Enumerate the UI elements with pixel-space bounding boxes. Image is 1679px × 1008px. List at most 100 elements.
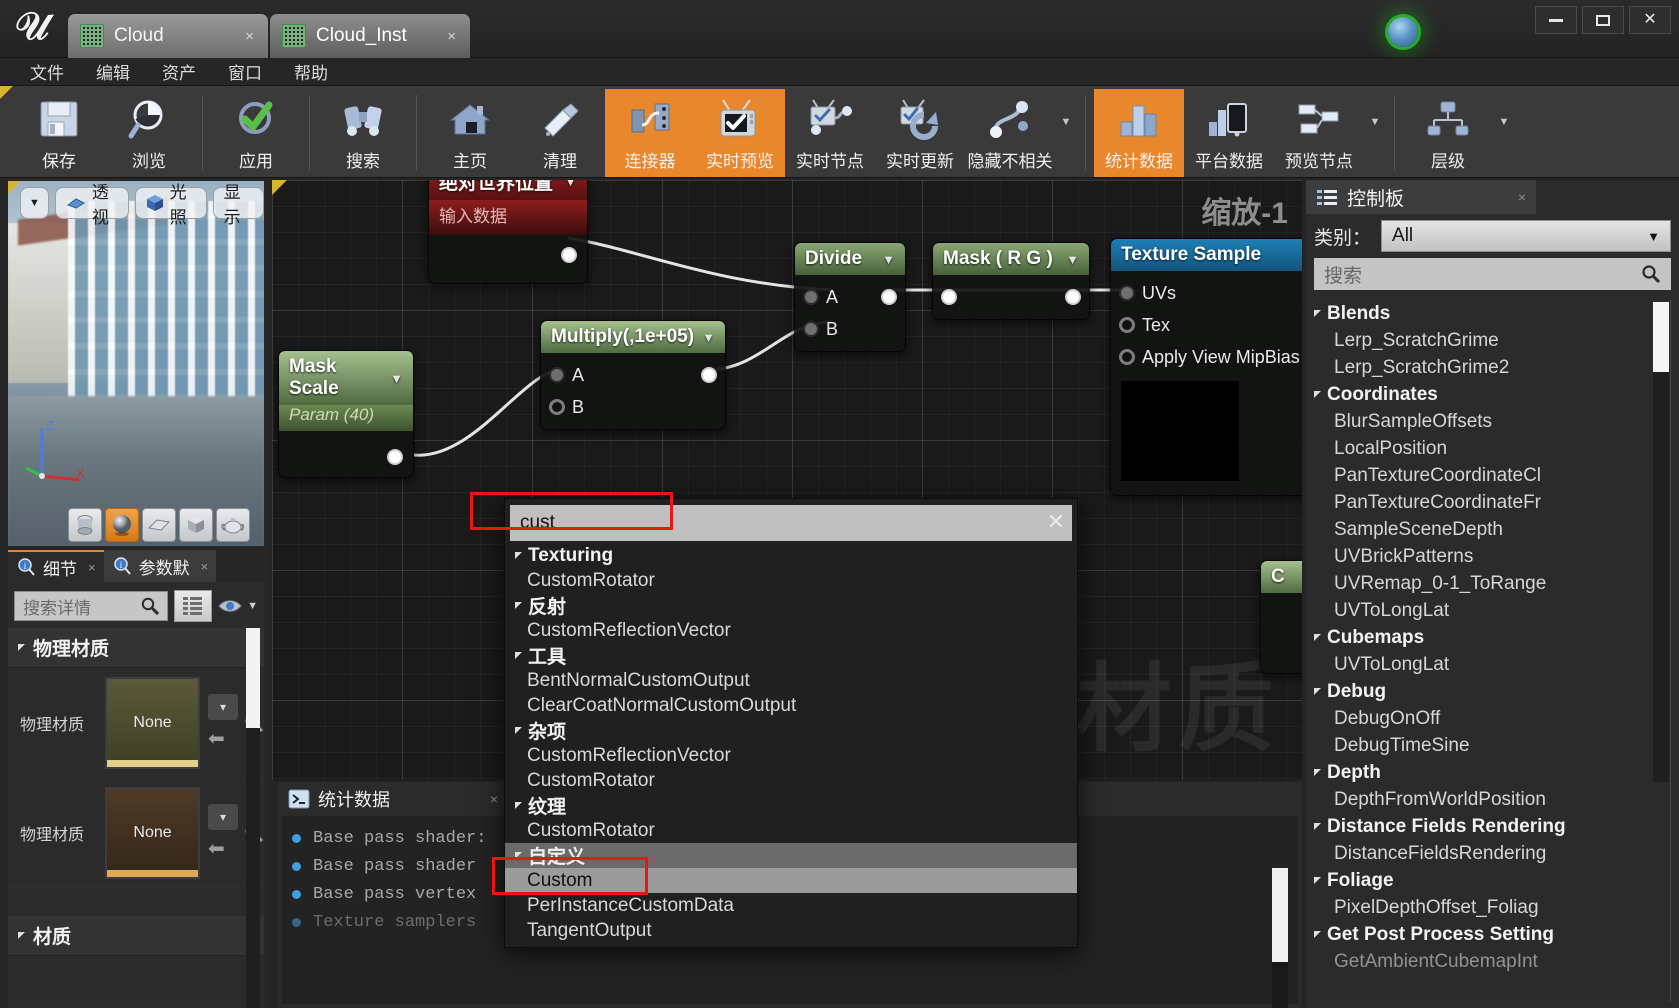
result-category[interactable]: 杂项 <box>505 718 1077 743</box>
palette-item[interactable]: UVRemap_0-1_ToRange <box>1314 570 1670 597</box>
node-output-pin[interactable] <box>701 367 717 383</box>
node-input-pin[interactable] <box>1119 317 1135 333</box>
palette-item[interactable]: GetAmbientCubemapInt <box>1314 948 1670 975</box>
category-filter-select[interactable]: All ▼ <box>1381 220 1671 252</box>
close-icon[interactable]: ✕ <box>1047 509 1065 535</box>
material-preview-viewport[interactable]: ▼ 透视 光照 显示 Z X <box>8 181 264 546</box>
details-search-input[interactable]: 搜索详情 <box>14 591 169 621</box>
asset-tab-cloud[interactable]: Cloud × <box>68 14 268 58</box>
menu-item-edit[interactable]: 编辑 <box>80 59 146 84</box>
viewport-options-button[interactable]: ▼ <box>20 187 49 219</box>
absolute-world-position-node[interactable]: 绝对世界位置 ▼ 输入数据 <box>428 180 588 284</box>
result-category[interactable]: Texturing <box>505 543 1077 568</box>
divide-node[interactable]: Divide ▼ A B <box>794 242 906 352</box>
result-item[interactable]: TangentOutput <box>505 918 1077 943</box>
toolbar-button-live-nodes[interactable]: 实时节点 <box>785 89 875 177</box>
menu-item-file[interactable]: 文件 <box>14 59 80 84</box>
node-input-pin[interactable] <box>1119 285 1135 301</box>
palette-category[interactable]: Get Post Process Setting <box>1314 921 1670 948</box>
palette-item[interactable]: PanTextureCoordinateCl <box>1314 462 1670 489</box>
texture-sample-node[interactable]: Texture Sample UVs R Tex Apply View MipB… <box>1110 238 1302 496</box>
palette-item[interactable]: LocalPosition <box>1314 435 1670 462</box>
palette-item[interactable]: DebugTimeSine <box>1314 732 1670 759</box>
shape-plane-button[interactable] <box>142 508 176 542</box>
result-item[interactable]: CustomRotator <box>505 818 1077 843</box>
multiply-node[interactable]: Multiply(,1e+05) ▼ A B <box>540 320 726 430</box>
result-category[interactable]: 工具 <box>505 643 1077 668</box>
physical-material-thumbnail-2[interactable]: None <box>105 786 200 879</box>
details-section-material[interactable]: 材质 <box>8 916 264 956</box>
node-output-pin[interactable] <box>1065 289 1081 305</box>
close-icon[interactable]: × <box>407 28 456 45</box>
tab-parameter-defaults[interactable]: i 参数默 × <box>103 550 217 582</box>
physical-material-thumbnail-1[interactable]: None <box>105 676 200 769</box>
shape-cube-button[interactable] <box>179 508 213 542</box>
node-input-pin[interactable] <box>803 321 819 337</box>
palette-item[interactable]: DebugOnOff <box>1314 705 1670 732</box>
node-input-pin[interactable] <box>549 399 565 415</box>
palette-scrollbar[interactable] <box>1653 302 1669 782</box>
node-input-pin[interactable] <box>941 289 957 305</box>
palette-category[interactable]: Foliage <box>1314 867 1670 894</box>
palette-item[interactable]: Lerp_ScratchGrime <box>1314 327 1670 354</box>
use-selected-asset-icon[interactable]: ⬅ <box>208 836 238 861</box>
viewport-perspective-button[interactable]: 透视 <box>54 183 129 227</box>
details-section-physical-material[interactable]: 物理材质 <box>8 628 264 668</box>
palette-item[interactable]: UVToLongLat <box>1314 597 1670 624</box>
viewport-lit-button[interactable]: 光照 <box>134 183 207 227</box>
palette-item[interactable]: Lerp_ScratchGrime2 <box>1314 354 1670 381</box>
result-item[interactable]: ClearCoatNormalCustomOutput <box>505 693 1077 718</box>
result-item[interactable]: CustomRotator <box>505 568 1077 593</box>
toolbar-button-preview-node[interactable]: 预览节点 <box>1274 89 1364 177</box>
toolbar-button-save[interactable]: 保存 <box>14 89 104 177</box>
toolbar-button-apply[interactable]: 应用 <box>211 89 301 177</box>
node-input-pin[interactable] <box>1119 349 1135 365</box>
toolbar-button-platform-stats[interactable]: 平台数据 <box>1184 89 1274 177</box>
mask-rg-node[interactable]: Mask ( R G ) ▼ <box>932 242 1090 320</box>
node-input-pin[interactable] <box>803 289 819 305</box>
shape-teapot-button[interactable] <box>216 508 250 542</box>
tab-details[interactable]: i 细节 × <box>8 550 104 582</box>
maximize-button[interactable] <box>1582 6 1624 34</box>
toolbar-button-search[interactable]: 搜索 <box>318 89 408 177</box>
palette-item[interactable]: SampleSceneDepth <box>1314 516 1670 543</box>
palette-category[interactable]: Depth <box>1314 759 1670 786</box>
palette-category[interactable]: Debug <box>1314 678 1670 705</box>
palette-category[interactable]: Coordinates <box>1314 381 1670 408</box>
palette-item[interactable]: PixelDepthOffset_Foliag <box>1314 894 1670 921</box>
close-icon[interactable]: × <box>88 560 96 575</box>
toolbar-button-home[interactable]: 主页 <box>425 89 515 177</box>
toolbar-button-hide-unrelated[interactable]: 隐藏不相关 <box>965 89 1055 177</box>
palette-category[interactable]: Blends <box>1314 300 1670 327</box>
chevron-down-icon[interactable]: ▼ <box>1066 252 1079 267</box>
stats-scrollbar[interactable] <box>1272 868 1288 1008</box>
result-item[interactable]: CustomRotator <box>505 768 1077 793</box>
palette-item[interactable]: PanTextureCoordinateFr <box>1314 489 1670 516</box>
grid-view-icon[interactable] <box>174 590 213 622</box>
close-icon[interactable]: × <box>490 791 498 807</box>
close-icon[interactable]: × <box>205 28 254 45</box>
result-item[interactable]: PerInstanceCustomData <box>505 893 1077 918</box>
chevron-down-icon[interactable]: ▼ <box>702 330 715 345</box>
use-selected-asset-icon[interactable]: ⬅ <box>208 726 238 751</box>
node-output-pin[interactable] <box>881 289 897 305</box>
partial-green-node[interactable]: C <box>1260 560 1302 674</box>
toolbar-button-stats[interactable]: 统计数据 <box>1094 89 1184 177</box>
palette-category[interactable]: Cubemaps <box>1314 624 1670 651</box>
viewport-show-button[interactable]: 显示 <box>212 183 264 227</box>
result-category[interactable]: 纹理 <box>505 793 1077 818</box>
palette-search-input[interactable]: 搜索 <box>1314 258 1671 290</box>
chevron-down-icon[interactable]: ▼ <box>390 371 403 386</box>
close-button[interactable]: ✕ <box>1629 6 1671 34</box>
asset-tab-cloud-inst[interactable]: Cloud_Inst × <box>270 14 470 58</box>
menu-item-help[interactable]: 帮助 <box>278 59 344 84</box>
palette-item[interactable]: UVBrickPatterns <box>1314 543 1670 570</box>
result-item[interactable]: CustomReflectionVector <box>505 618 1077 643</box>
details-scrollbar[interactable] <box>246 628 260 1008</box>
result-item[interactable]: CustomReflectionVector <box>505 743 1077 768</box>
eye-icon[interactable]: ▼ <box>218 598 258 614</box>
toolbar-button-connectors[interactable]: 连接器 <box>605 89 695 177</box>
close-icon[interactable]: × <box>201 559 209 574</box>
result-item-custom[interactable]: Custom <box>505 868 1077 893</box>
palette-item[interactable]: UVToLongLat <box>1314 651 1670 678</box>
